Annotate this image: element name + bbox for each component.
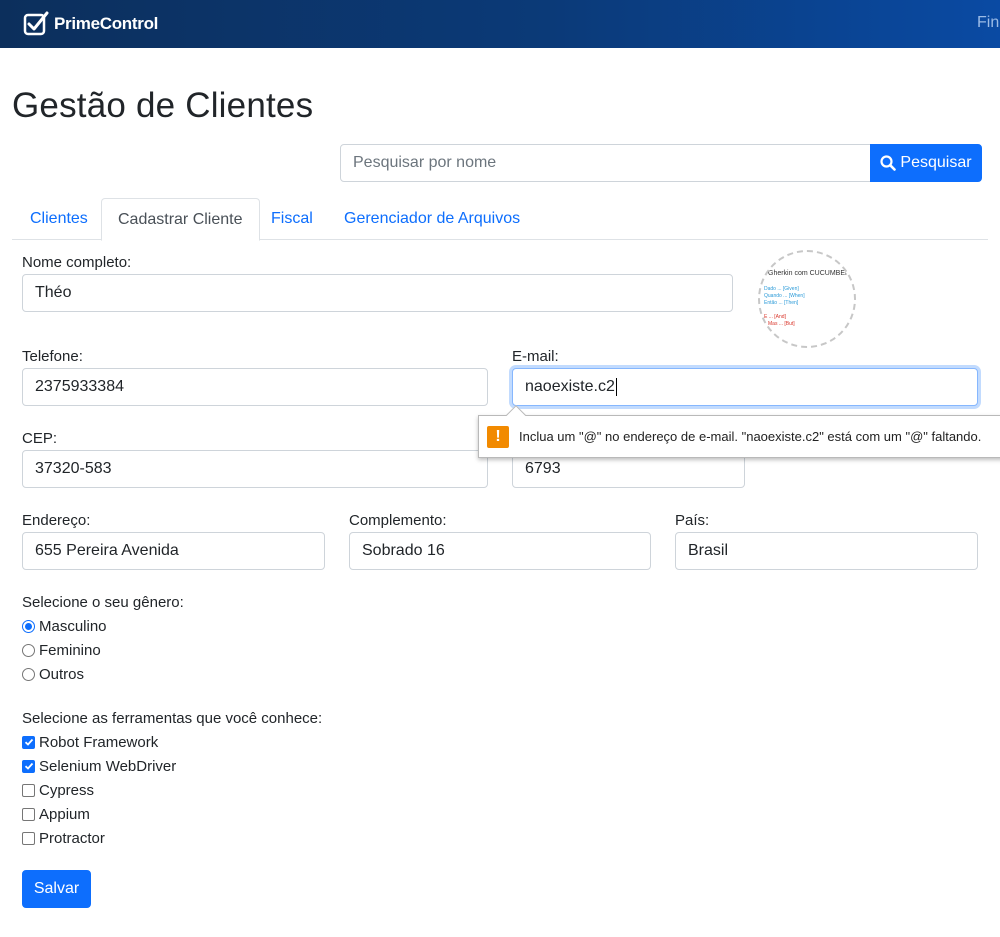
gender-label: Selecione o seu gênero: [22,594,184,611]
option-label: Masculino [39,617,107,635]
radio-button[interactable] [22,667,35,681]
page-title: Gestão de Clientes [12,86,314,125]
gherkin-line: Mas ... [But] [768,321,795,327]
tab-clientes[interactable]: Clientes [13,198,105,240]
endereco-field[interactable]: 655 Pereira Avenida [22,532,325,570]
cep-label: CEP: [22,430,58,447]
option-label: Outros [39,665,85,683]
gherkin-line: Quando ... [When] [764,293,805,299]
gherkin-image: Gherkin com CUCUMBER Dado ... [Given] Qu… [758,250,856,348]
tool-option-cypress[interactable]: Cypress [22,780,94,800]
checkbox[interactable] [22,759,35,773]
search-icon [880,155,897,171]
gender-option-masculino[interactable]: Masculino [22,616,107,636]
gherkin-image-title: Gherkin com CUCUMBER [768,270,851,277]
nome-label: Nome completo: [22,254,132,271]
tooltip-arrow [506,405,526,425]
radio-button[interactable] [22,619,35,633]
complemento-label: Complemento: [349,512,447,529]
email-field[interactable]: naoexiste.c2 [512,368,978,406]
gherkin-line: Dado ... [Given] [764,286,799,292]
telefone-label: Telefone: [22,348,83,365]
pais-label: País: [675,512,710,529]
gender-option-feminino[interactable]: Feminino [22,640,101,660]
checkbox[interactable] [22,807,35,821]
search-button-label: Pesquisar [900,154,972,171]
option-label: Robot Framework [39,733,159,751]
tool-option-protractor[interactable]: Protractor [22,828,105,848]
tool-option-robot-framework[interactable]: Robot Framework [22,732,158,752]
nome-field[interactable]: Théo [22,274,733,312]
checkbox[interactable] [22,783,35,797]
checkbox-logo-icon [23,11,49,36]
search-button[interactable]: Pesquisar [870,144,982,182]
search-input[interactable] [340,144,871,182]
email-label: E-mail: [512,348,559,365]
tab-gerenciador-arquivos[interactable]: Gerenciador de Arquivos [327,198,537,240]
check-icon [24,738,33,746]
pais-field[interactable]: Brasil [675,532,978,570]
tool-option-appium[interactable]: Appium [22,804,90,824]
tab-fiscal[interactable]: Fiscal [254,198,330,240]
option-label: Protractor [39,829,105,847]
warning-icon: ! [487,425,509,448]
tool-option-selenium-webdriver[interactable]: Selenium WebDriver [22,756,176,776]
nav-link-right[interactable]: Fin [977,14,999,32]
checkbox[interactable] [22,831,35,845]
radio-button[interactable] [22,643,35,657]
option-label: Cypress [39,781,95,799]
complemento-field[interactable]: Sobrado 16 [349,532,651,570]
check-icon [24,762,33,770]
gherkin-line: Então ... [Then] [764,300,799,306]
option-label: Appium [39,805,90,823]
checkbox[interactable] [22,735,35,749]
email-validation-tooltip: ! Inclua um "@" no endereço de e-mail. "… [478,405,1000,458]
tab-cadastrar-cliente[interactable]: Cadastrar Cliente [101,198,260,241]
tools-label: Selecione as ferramentas que você conhec… [22,710,323,727]
brand-logo[interactable]: PrimeControl [22,9,158,39]
endereco-label: Endereço: [22,512,91,529]
email-value: naoexiste.c2 [525,378,615,395]
text-caret [615,378,617,396]
brand-name: PrimeControl [54,14,159,33]
telefone-field[interactable]: 2375933384 [22,368,488,406]
validation-message: Inclua um "@" no endereço de e-mail. "na… [519,429,982,444]
cep-field[interactable]: 37320-583 [22,450,488,488]
top-navbar: PrimeControl Fin [0,0,1000,48]
gherkin-line: E ... [And] [764,314,786,320]
gender-option-outros[interactable]: Outros [22,664,84,684]
option-label: Feminino [39,641,101,659]
save-button[interactable]: Salvar [22,870,91,908]
option-label: Selenium WebDriver [39,757,177,775]
tabs-nav: Clientes Cadastrar Cliente Fiscal Gerenc… [12,198,988,241]
